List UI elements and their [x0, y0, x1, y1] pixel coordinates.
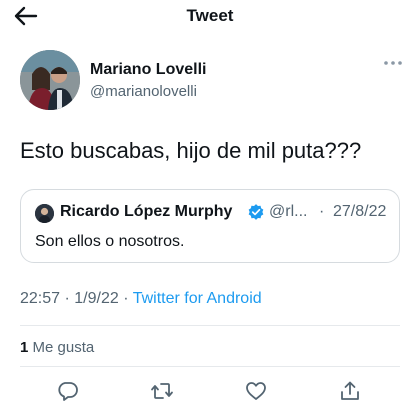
avatar[interactable]: [20, 50, 80, 110]
likes-count: 1: [20, 339, 29, 356]
tweet-time: 22:57: [20, 290, 61, 307]
meta-separator-1: ·: [64, 290, 70, 307]
share-icon[interactable]: [338, 379, 362, 403]
quote-avatar: [35, 204, 54, 223]
retweet-icon[interactable]: [150, 379, 174, 403]
meta-separator-2: ·: [123, 290, 129, 307]
author-handle[interactable]: @marianolovelli: [90, 83, 197, 100]
quote-separator: ·: [319, 203, 325, 220]
quoted-tweet-card[interactable]: Ricardo López Murphy @rl... · 27/8/22 So…: [20, 189, 400, 263]
heart-icon[interactable]: [244, 379, 268, 403]
author-row: Mariano Lovelli @marianolovelli: [20, 50, 404, 110]
reply-icon[interactable]: [56, 379, 80, 403]
verified-badge-icon: [248, 204, 264, 220]
quote-avatar-photo: [35, 204, 54, 223]
tweet-date: 1/9/22: [74, 290, 119, 307]
quote-date: 27/8/22: [333, 203, 387, 220]
divider: [20, 325, 400, 326]
page-title: Tweet: [186, 6, 234, 25]
avatar-photo: [20, 50, 80, 110]
likes-row[interactable]: 1 Me gusta: [20, 339, 94, 356]
tweet-meta: 22:57 · 1/9/22 · Twitter for Android: [20, 290, 262, 308]
author-name[interactable]: Mariano Lovelli: [90, 61, 206, 79]
quote-author-name: Ricardo López Murphy: [60, 203, 233, 220]
divider: [20, 366, 400, 367]
quote-author-handle: @rl...: [269, 203, 308, 220]
tweet-source-link[interactable]: Twitter for Android: [133, 290, 262, 307]
more-horizontal-icon[interactable]: [382, 58, 404, 68]
action-bar: [0, 376, 420, 406]
top-bar: Tweet: [0, 0, 420, 34]
likes-label: Me gusta: [32, 339, 95, 356]
tweet-text: Esto buscabas, hijo de mil puta???: [20, 138, 362, 163]
quote-text: Son ellos o nosotros.: [35, 233, 185, 250]
